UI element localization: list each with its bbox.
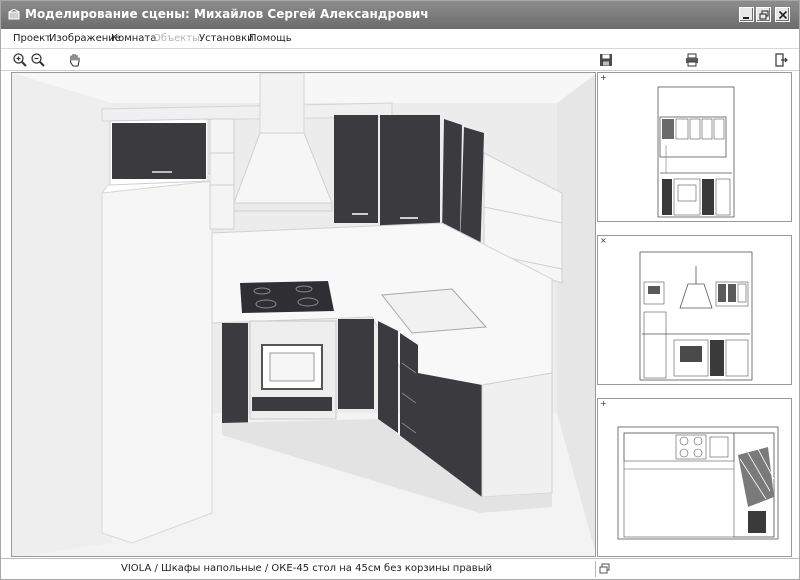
menu-project[interactable]: Проект bbox=[13, 33, 51, 44]
toolbar bbox=[1, 49, 799, 71]
status-text: VIOLA / Шкафы напольные / ОКЕ-45 стол на… bbox=[121, 563, 493, 574]
projection-panel: + × + bbox=[597, 72, 799, 557]
3d-viewport[interactable] bbox=[11, 72, 596, 557]
upper-left-cabinet-door bbox=[112, 123, 206, 179]
close-button[interactable] bbox=[775, 7, 790, 22]
menu-settings[interactable]: Установки bbox=[199, 33, 254, 44]
window-title: Моделирование сцены: Михайлов Сергей Але… bbox=[25, 7, 429, 21]
minimize-button[interactable] bbox=[739, 7, 754, 22]
side-projection-drawing bbox=[639, 251, 753, 381]
front-projection-pane[interactable]: + bbox=[597, 72, 792, 222]
top-projection-pane[interactable]: + bbox=[597, 398, 792, 557]
side-projection-pane[interactable]: × bbox=[597, 235, 792, 385]
status-bar: VIOLA / Шкафы напольные / ОКЕ-45 стол на… bbox=[1, 558, 799, 579]
app-window: Моделирование сцены: Михайлов Сергей Але… bbox=[0, 0, 800, 580]
upper-cabinet-2 bbox=[380, 115, 440, 227]
pan-hand-icon[interactable] bbox=[67, 52, 83, 68]
restore-button[interactable] bbox=[756, 7, 771, 22]
menu-bar: Проект Изображение Комната Объекты Устан… bbox=[1, 29, 799, 49]
zoom-in-icon[interactable] bbox=[12, 52, 28, 68]
minimize-icon bbox=[743, 17, 749, 19]
zoom-out-icon[interactable] bbox=[30, 52, 46, 68]
base-cabinet-left bbox=[222, 323, 248, 423]
menu-help[interactable]: Помощь bbox=[249, 33, 292, 44]
menu-objects[interactable]: Объекты bbox=[153, 33, 200, 44]
print-icon[interactable] bbox=[684, 52, 700, 68]
restore-icon bbox=[759, 10, 769, 20]
left-wall bbox=[12, 73, 112, 556]
base-cabinet-corner bbox=[378, 321, 398, 433]
status-divider bbox=[595, 561, 596, 577]
close-icon bbox=[778, 10, 788, 20]
title-bar[interactable]: Моделирование сцены: Михайлов Сергей Але… bbox=[1, 1, 799, 29]
restore-view-icon[interactable] bbox=[599, 563, 611, 575]
exit-icon[interactable] bbox=[773, 52, 789, 68]
top-projection-drawing bbox=[617, 426, 779, 540]
menu-room[interactable]: Комната bbox=[111, 33, 156, 44]
upper-cabinet-1 bbox=[334, 115, 378, 223]
base-cabinet-mid bbox=[338, 319, 374, 409]
front-projection-drawing bbox=[657, 86, 735, 218]
save-icon[interactable] bbox=[598, 52, 614, 68]
left-tall-column bbox=[101, 180, 213, 544]
kitchen-3d-scene bbox=[12, 73, 595, 556]
app-icon bbox=[8, 9, 20, 20]
cooktop bbox=[240, 281, 334, 313]
